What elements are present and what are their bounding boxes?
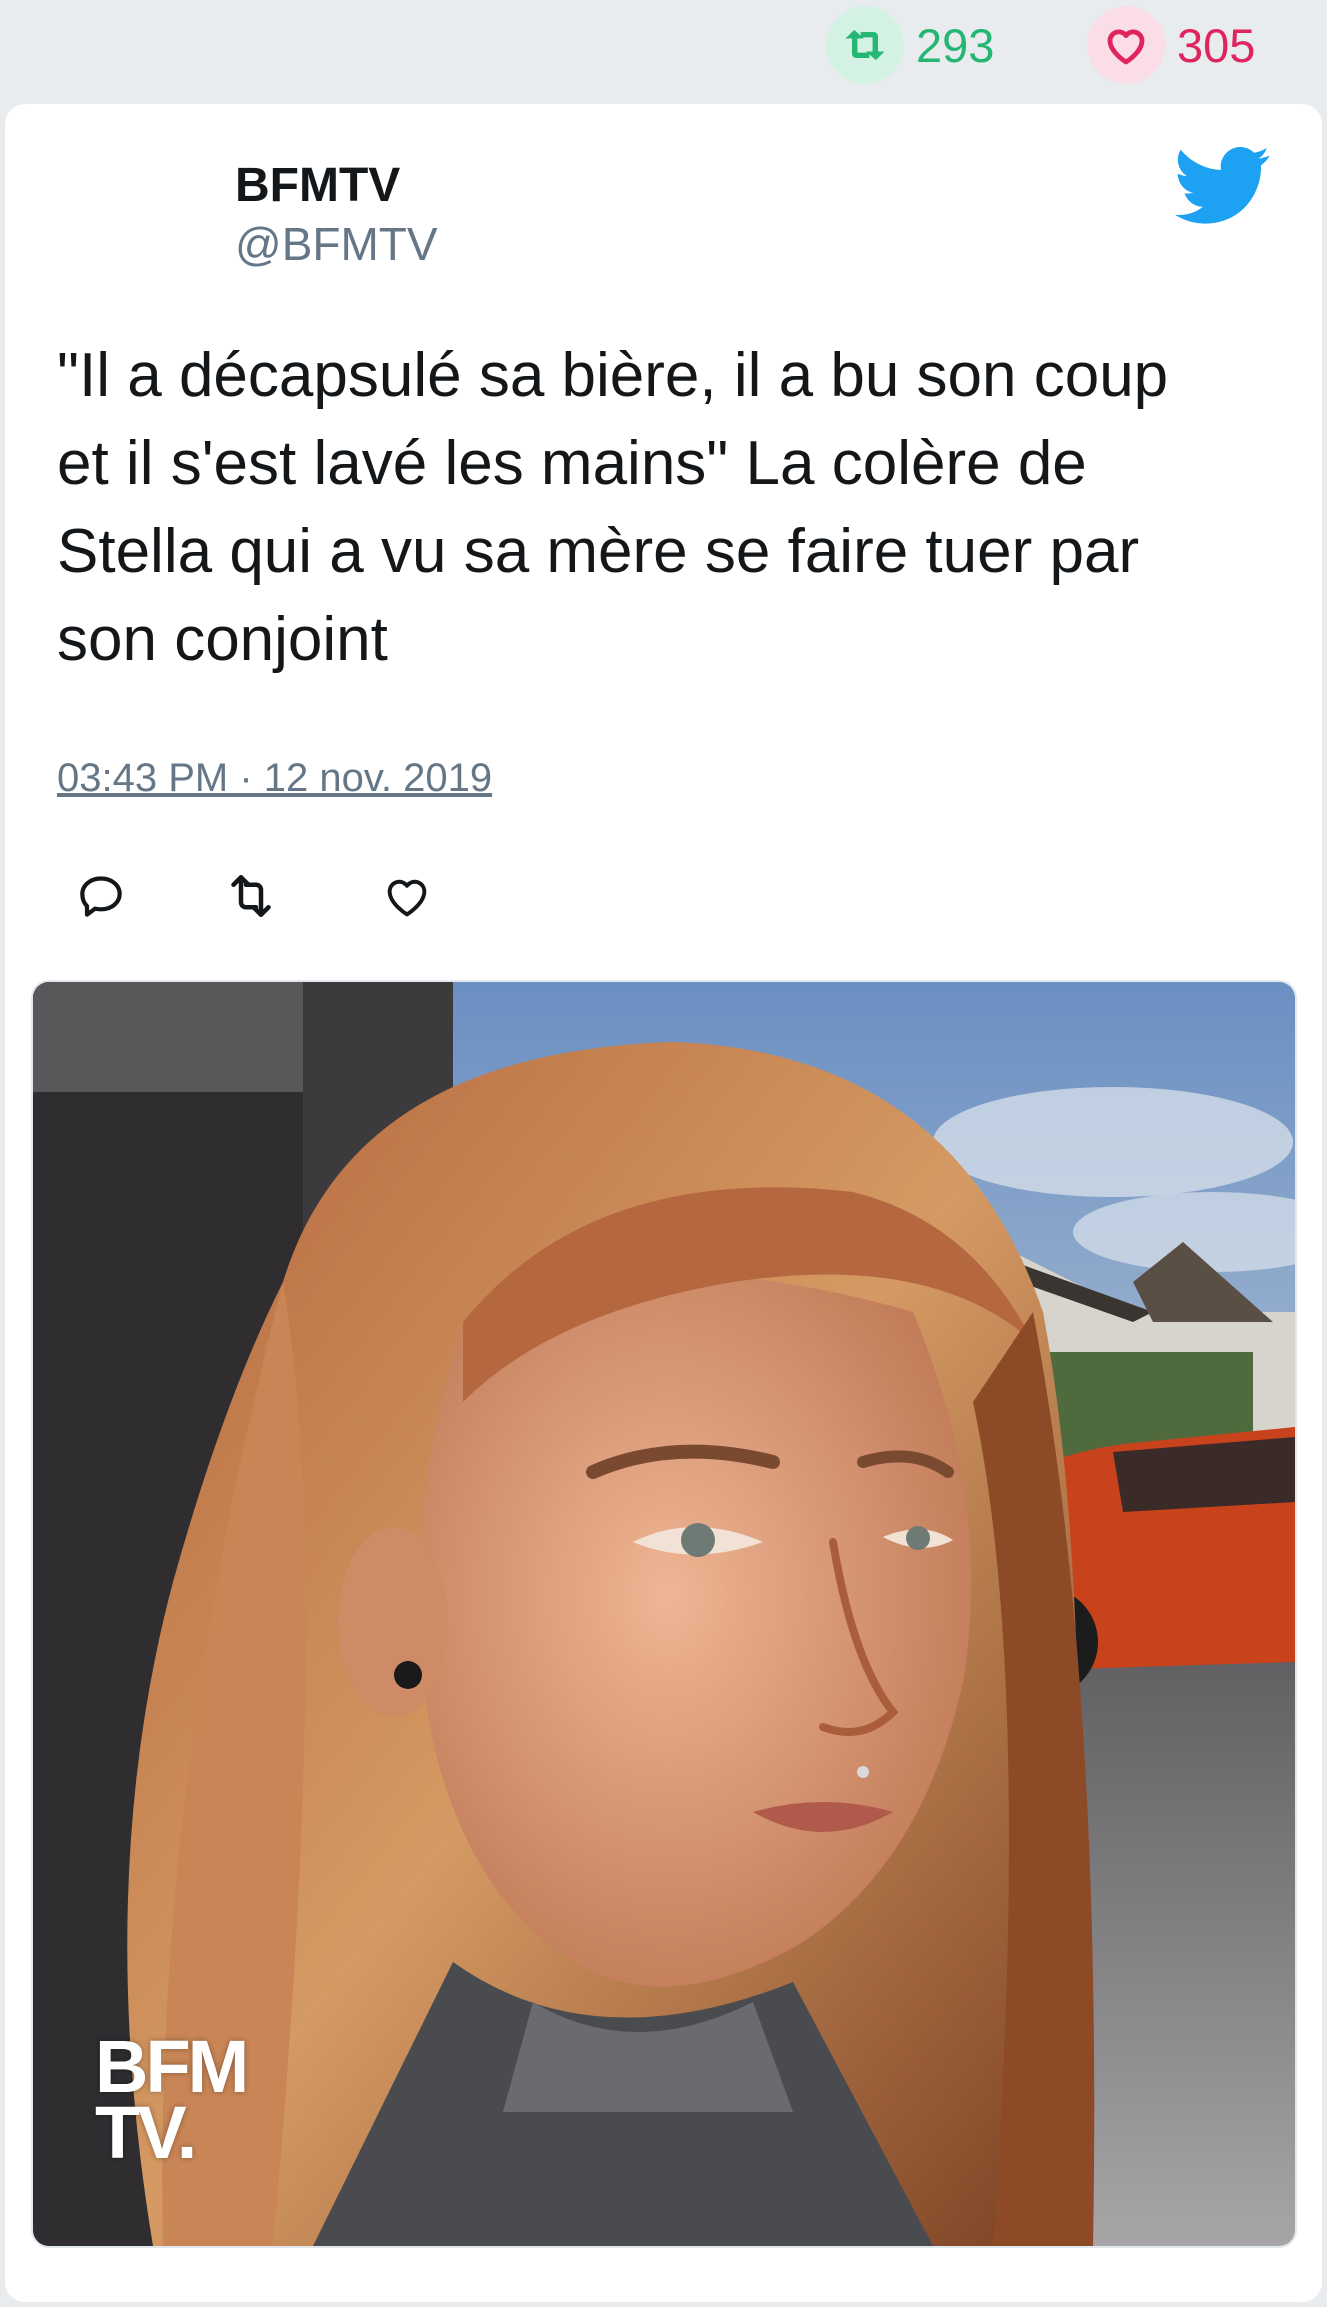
- retweet-count: 293: [916, 18, 995, 72]
- retweet-icon[interactable]: [221, 866, 281, 926]
- tweet-timestamp-link[interactable]: 03:43 PM · 12 nov. 2019: [57, 756, 492, 801]
- author-name[interactable]: BFMTV: [235, 156, 438, 216]
- tweet-author[interactable]: BFMTV @BFMTV: [235, 156, 438, 272]
- reply-icon[interactable]: [71, 866, 131, 926]
- twitter-bird-icon[interactable]: [1175, 146, 1271, 226]
- engagement-bar: 293 305: [0, 0, 1327, 102]
- bfmtv-watermark: BFM TV.: [95, 2030, 249, 2174]
- watermark-line-2: TV.: [95, 2091, 197, 2174]
- retweet-icon[interactable]: [826, 6, 904, 84]
- tweet-text: "Il a décapsulé sa bière, il a bu son co…: [57, 341, 1169, 674]
- heart-icon[interactable]: [377, 866, 437, 926]
- tweet-card: BFMTV @BFMTV "Il a décapsulé sa bière, i…: [5, 104, 1322, 2302]
- retweet-count-stat[interactable]: 293: [826, 6, 994, 84]
- like-count-stat[interactable]: 305: [1087, 6, 1255, 84]
- author-handle[interactable]: @BFMTV: [235, 216, 438, 272]
- heart-icon[interactable]: [1087, 6, 1165, 84]
- tweet-media-photo[interactable]: BFM TV.: [31, 980, 1297, 2248]
- like-count: 305: [1177, 18, 1256, 72]
